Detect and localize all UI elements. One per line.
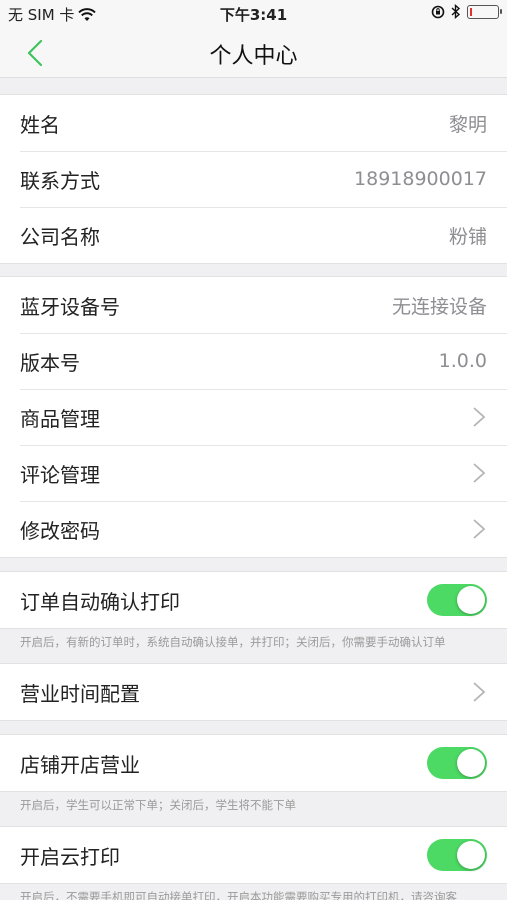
goods-management-label: 商品管理 — [20, 406, 100, 431]
version-row: 版本号 1.0.0 — [0, 333, 507, 389]
store-open-row: 店铺开店营业 — [0, 735, 507, 791]
cloud-print-group: 开启云打印 — [0, 826, 507, 884]
goods-management-row[interactable]: 商品管理 — [0, 389, 507, 445]
auto-print-group: 订单自动确认打印 — [0, 571, 507, 629]
toggle-knob — [457, 586, 485, 614]
cloud-print-row: 开启云打印 — [0, 827, 507, 883]
store-open-group: 店铺开店营业 — [0, 734, 507, 792]
store-open-hint: 开启后，学生可以正常下单；关闭后，学生将不能下单 — [20, 798, 296, 812]
toggle-knob — [457, 749, 485, 777]
cloud-print-toggle[interactable] — [427, 839, 487, 871]
orientation-lock-icon — [431, 5, 445, 18]
change-password-row[interactable]: 修改密码 — [0, 501, 507, 557]
bluetooth-value: 无连接设备 — [391, 295, 487, 318]
change-password-label: 修改密码 — [20, 518, 100, 543]
contact-row: 联系方式 18918900017 — [0, 151, 507, 207]
auto-print-toggle[interactable] — [427, 584, 487, 616]
business-hours-group: 营业时间配置 — [0, 663, 507, 721]
version-label: 版本号 — [20, 350, 80, 375]
company-row: 公司名称 粉铺 — [0, 207, 507, 263]
nav-bar: 个人中心 — [0, 28, 507, 78]
version-value: 1.0.0 — [438, 350, 487, 372]
device-group: 蓝牙设备号 无连接设备 版本号 1.0.0 商品管理 评论管理 修改密码 — [0, 276, 507, 558]
status-right — [431, 4, 502, 19]
auto-print-row: 订单自动确认打印 — [0, 572, 507, 628]
auto-print-hint: 开启后，有新的订单时，系统自动确认接单，并打印；关闭后，你需要手动确认订单 — [20, 635, 446, 649]
name-label: 姓名 — [20, 112, 60, 137]
bluetooth-label: 蓝牙设备号 — [20, 294, 120, 319]
chevron-right-icon — [473, 463, 486, 483]
business-hours-label: 营业时间配置 — [20, 681, 140, 706]
cloud-print-label: 开启云打印 — [20, 844, 120, 869]
status-bar: 无 SIM 卡 下午3:41 — [0, 0, 507, 28]
name-row: 姓名 黎明 — [0, 95, 507, 151]
bluetooth-row: 蓝牙设备号 无连接设备 — [0, 277, 507, 333]
toggle-knob — [457, 841, 485, 869]
auto-print-label: 订单自动确认打印 — [20, 589, 180, 614]
company-value: 粉铺 — [448, 225, 487, 248]
profile-group: 姓名 黎明 联系方式 18918900017 公司名称 粉铺 — [0, 94, 507, 264]
cloud-print-hint: 开启后，不需要手机即可自动接单打印，开启本功能需要购买专用的打印机，请咨询客 — [20, 890, 457, 900]
contact-value: 18918900017 — [354, 168, 487, 190]
chevron-right-icon — [473, 519, 486, 539]
business-hours-row[interactable]: 营业时间配置 — [0, 664, 507, 720]
store-open-toggle[interactable] — [427, 747, 487, 779]
bluetooth-icon — [451, 4, 461, 19]
name-value: 黎明 — [448, 113, 487, 136]
store-open-label: 店铺开店营业 — [20, 752, 140, 777]
comment-management-row[interactable]: 评论管理 — [0, 445, 507, 501]
page-title: 个人中心 — [209, 44, 298, 69]
contact-label: 联系方式 — [20, 168, 100, 193]
chevron-right-icon — [473, 682, 486, 702]
company-label: 公司名称 — [20, 224, 100, 249]
battery-icon — [467, 4, 502, 19]
battery-level — [470, 7, 472, 16]
comment-management-label: 评论管理 — [20, 462, 100, 487]
chevron-right-icon — [473, 407, 486, 427]
